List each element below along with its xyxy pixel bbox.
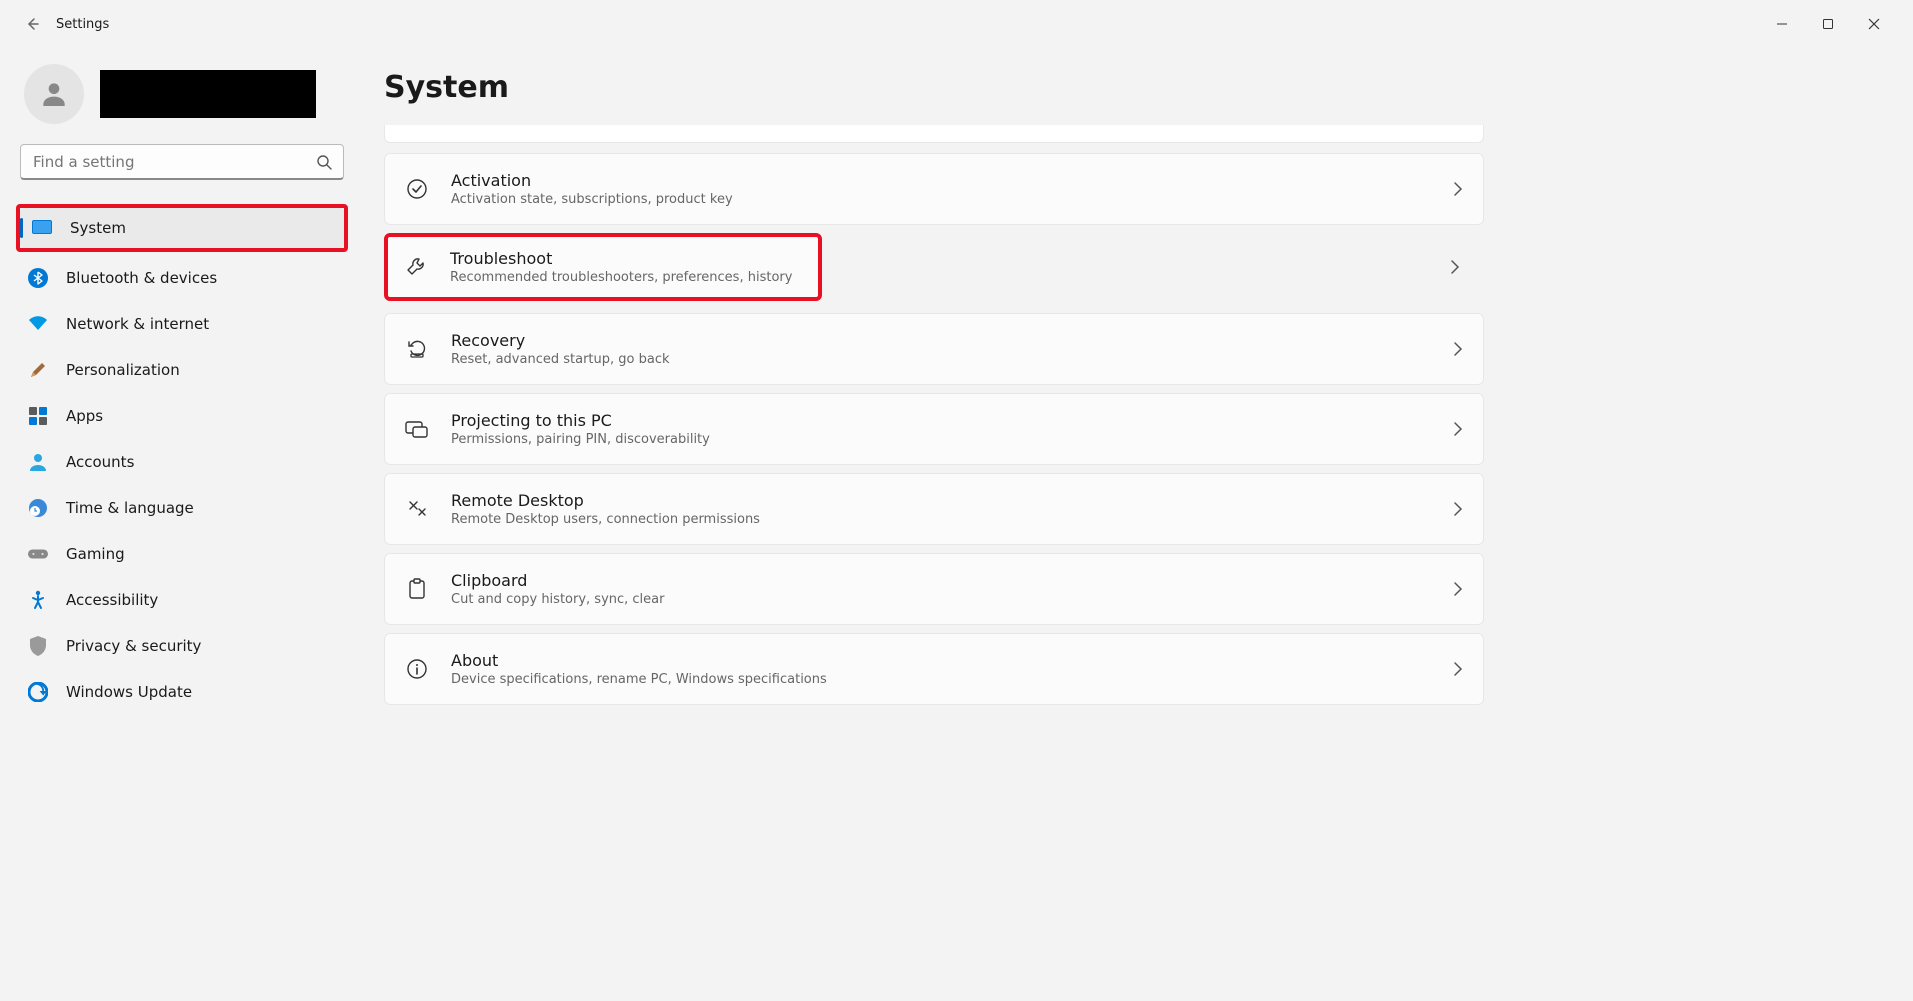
shield-icon (28, 636, 48, 656)
card-subtitle: Device specifications, rename PC, Window… (451, 672, 1431, 687)
card-subtitle: Permissions, pairing PIN, discoverabilit… (451, 432, 1431, 447)
clipboard-icon (405, 577, 429, 601)
nav-time-language[interactable]: Time & language (16, 488, 348, 528)
maximize-button[interactable] (1805, 8, 1851, 40)
card-remote-desktop[interactable]: Remote Desktop Remote Desktop users, con… (384, 473, 1484, 545)
nav-label: Personalization (66, 361, 180, 379)
update-icon (28, 682, 48, 702)
card-projecting[interactable]: Projecting to this PC Permissions, pairi… (384, 393, 1484, 465)
card-recovery[interactable]: Recovery Reset, advanced startup, go bac… (384, 313, 1484, 385)
card-subtitle: Remote Desktop users, connection permiss… (451, 512, 1431, 527)
card-title: Clipboard (451, 571, 1431, 590)
card-activation[interactable]: Activation Activation state, subscriptio… (384, 153, 1484, 225)
nav-label: Time & language (66, 499, 194, 517)
globe-clock-icon (28, 498, 48, 518)
chevron-right-icon (1453, 661, 1463, 677)
card-title: Recovery (451, 331, 1431, 350)
check-circle-icon (405, 177, 429, 201)
accounts-icon (28, 452, 48, 472)
card-troubleshoot[interactable]: Troubleshoot Recommended troubleshooters… (450, 249, 802, 285)
card-title: Remote Desktop (451, 491, 1431, 510)
arrow-left-icon (24, 16, 40, 32)
search-input[interactable] (20, 144, 344, 180)
nav-list: System Bluetooth & devices Network & int… (16, 204, 348, 712)
card-subtitle: Recommended troubleshooters, preferences… (450, 270, 802, 285)
card-subtitle: Cut and copy history, sync, clear (451, 592, 1431, 607)
nav-label: Bluetooth & devices (66, 269, 217, 287)
nav-accessibility[interactable]: Accessibility (16, 580, 348, 620)
search-box (20, 144, 344, 180)
user-icon (38, 78, 70, 110)
card-title: Troubleshoot (450, 249, 802, 268)
main-content: System Activation Activation state, subs… (360, 48, 1913, 1001)
card-about[interactable]: About Device specifications, rename PC, … (384, 633, 1484, 705)
card-subtitle: Reset, advanced startup, go back (451, 352, 1431, 367)
nav-apps[interactable]: Apps (16, 396, 348, 436)
chevron-right-icon (1453, 581, 1463, 597)
settings-cards: Activation Activation state, subscriptio… (384, 125, 1484, 709)
annotation-box-troubleshoot: Troubleshoot Recommended troubleshooters… (384, 233, 822, 301)
sidebar: System Bluetooth & devices Network & int… (0, 48, 360, 1001)
nav-label: Privacy & security (66, 637, 201, 655)
recovery-icon (405, 337, 429, 361)
display-icon (32, 218, 52, 238)
chevron-right-icon (1453, 421, 1463, 437)
chevron-right-icon (1453, 181, 1463, 197)
nav-label: Accounts (66, 453, 134, 471)
close-icon (1868, 18, 1880, 30)
avatar (24, 64, 84, 124)
chevron-right-icon (1453, 501, 1463, 517)
card-title: Projecting to this PC (451, 411, 1431, 430)
nav-network[interactable]: Network & internet (16, 304, 348, 344)
page-heading: System (384, 70, 1889, 105)
annotation-box-system: System (16, 204, 348, 252)
partial-card-top[interactable] (384, 125, 1484, 143)
profile-name-redacted (100, 70, 316, 118)
nav-gaming[interactable]: Gaming (16, 534, 348, 574)
titlebar: Settings (0, 0, 1913, 48)
nav-label: System (70, 219, 126, 237)
nav-label: Windows Update (66, 683, 192, 701)
bluetooth-icon (28, 268, 48, 288)
nav-bluetooth[interactable]: Bluetooth & devices (16, 258, 348, 298)
minimize-button[interactable] (1759, 8, 1805, 40)
nav-personalization[interactable]: Personalization (16, 350, 348, 390)
nav-accounts[interactable]: Accounts (16, 442, 348, 482)
info-icon (405, 657, 429, 681)
close-button[interactable] (1851, 8, 1897, 40)
nav-privacy[interactable]: Privacy & security (16, 626, 348, 666)
chevron-right-icon (1450, 259, 1460, 275)
minimize-icon (1776, 18, 1788, 30)
chevron-right-icon (1453, 341, 1463, 357)
nav-system[interactable]: System (20, 208, 344, 248)
card-subtitle: Activation state, subscriptions, product… (451, 192, 1431, 207)
paintbrush-icon (28, 360, 48, 380)
card-title: Activation (451, 171, 1431, 190)
remote-desktop-icon (405, 497, 429, 521)
maximize-icon (1822, 18, 1834, 30)
card-clipboard[interactable]: Clipboard Cut and copy history, sync, cl… (384, 553, 1484, 625)
wifi-icon (28, 314, 48, 334)
card-title: About (451, 651, 1431, 670)
nav-label: Gaming (66, 545, 125, 563)
window-title: Settings (56, 17, 109, 32)
projecting-icon (405, 417, 429, 441)
back-button[interactable] (16, 8, 48, 40)
profile-section[interactable] (16, 60, 348, 144)
wrench-icon (404, 255, 428, 279)
apps-icon (28, 406, 48, 426)
nav-label: Apps (66, 407, 103, 425)
nav-label: Accessibility (66, 591, 158, 609)
nav-windows-update[interactable]: Windows Update (16, 672, 348, 712)
accessibility-icon (28, 590, 48, 610)
gamepad-icon (28, 544, 48, 564)
nav-label: Network & internet (66, 315, 209, 333)
